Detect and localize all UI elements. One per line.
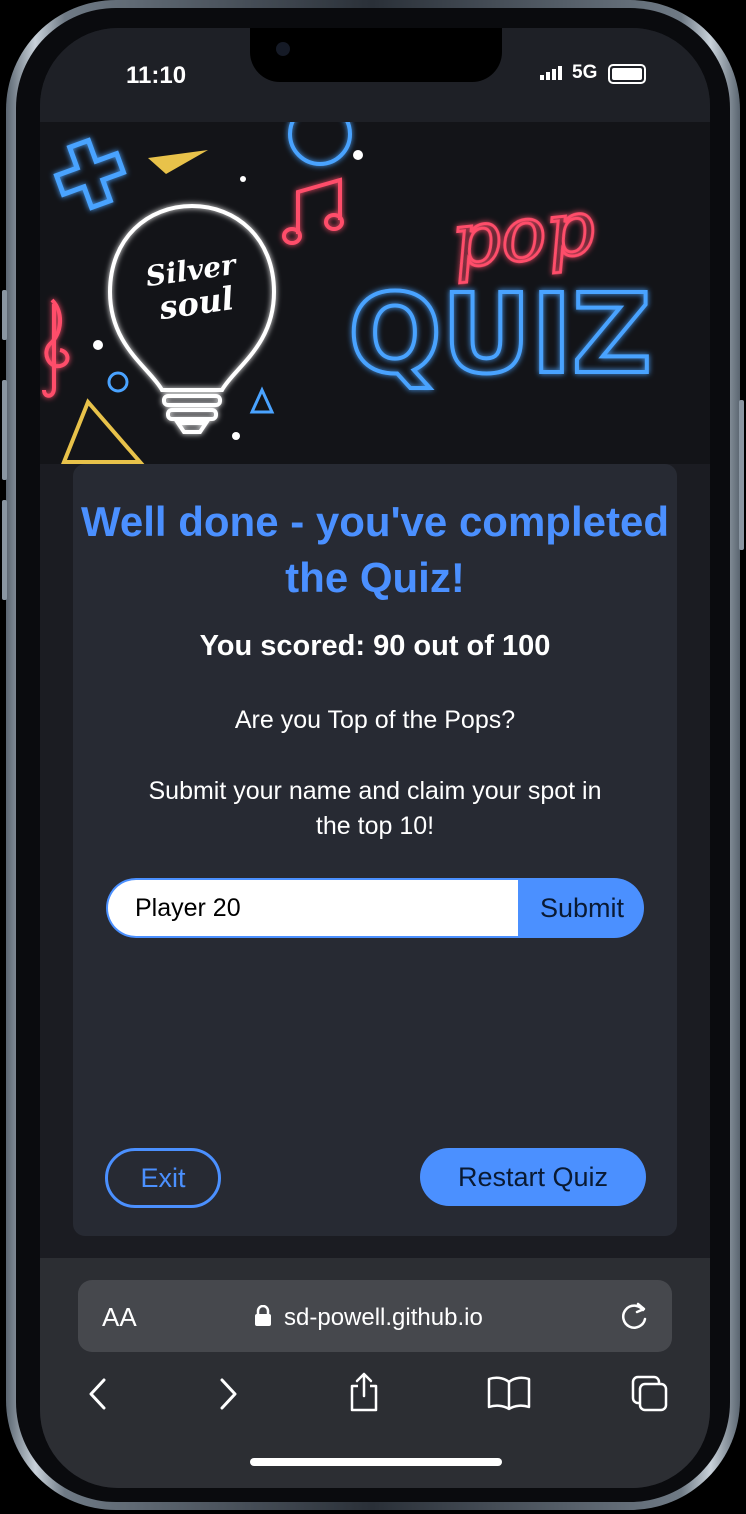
dot-icon xyxy=(93,340,103,350)
status-time: 11:10 xyxy=(126,62,187,89)
browser-toolbar: AA sd-powell.github.io xyxy=(40,1258,710,1488)
dot-icon xyxy=(240,176,246,182)
submit-prompt: Submit your name and claim your spot in … xyxy=(148,777,602,840)
forward-icon[interactable] xyxy=(216,1376,240,1412)
power-button xyxy=(739,400,744,550)
restart-quiz-button[interactable]: Restart Quiz xyxy=(420,1148,646,1206)
lock-icon xyxy=(255,1305,271,1326)
status-bar: 11:10 5G xyxy=(40,28,710,122)
circle-shape-icon xyxy=(288,122,352,166)
music-note-icon xyxy=(282,177,344,245)
web-page: Silver soul pop QUIZ Well done - you've … xyxy=(40,122,710,1258)
tabs-icon[interactable] xyxy=(630,1374,670,1414)
dot-icon xyxy=(353,150,363,160)
mute-switch xyxy=(2,290,7,340)
screen: 11:10 5G Silver soul pop QUIZ Well done … xyxy=(40,28,710,1488)
quiz-text: QUIZ xyxy=(348,270,652,398)
reload-icon[interactable] xyxy=(616,1298,652,1334)
volume-up-button xyxy=(2,380,7,480)
home-indicator[interactable] xyxy=(250,1458,502,1466)
address-bar[interactable]: AA sd-powell.github.io xyxy=(78,1280,672,1352)
results-card: Well done - you've completed the Quiz! Y… xyxy=(73,464,677,1236)
submit-button[interactable]: Submit xyxy=(520,878,644,938)
plus-shape-icon xyxy=(53,137,127,211)
player-name-input[interactable] xyxy=(108,880,518,936)
bookmarks-icon[interactable] xyxy=(486,1374,532,1412)
yellow-pyramid-icon xyxy=(61,398,145,464)
back-icon[interactable] xyxy=(86,1376,110,1412)
small-triangle-icon xyxy=(249,386,275,414)
signal-icon xyxy=(540,66,562,80)
notch xyxy=(250,28,502,82)
quiz-banner: Silver soul pop QUIZ xyxy=(40,122,710,464)
triangle-shape-icon xyxy=(148,150,208,174)
url-text: sd-powell.github.io xyxy=(284,1304,483,1331)
volume-down-button xyxy=(2,500,7,600)
score-text: You scored: 90 out of 100 xyxy=(199,630,551,662)
results-heading: Well done - you've completed the Quiz! xyxy=(81,498,669,601)
share-icon[interactable] xyxy=(346,1370,382,1414)
network-type: 5G xyxy=(572,62,598,83)
dot-icon xyxy=(232,432,240,440)
exit-button[interactable]: Exit xyxy=(105,1148,221,1208)
top-of-pops-question: Are you Top of the Pops? xyxy=(234,706,516,734)
camera-icon xyxy=(276,42,290,56)
neon-banner-art: Silver soul pop QUIZ xyxy=(42,122,654,464)
text-size-button[interactable]: AA xyxy=(102,1302,137,1333)
battery-icon xyxy=(608,64,646,84)
name-form: Submit xyxy=(106,878,644,938)
treble-clef-icon xyxy=(42,298,70,398)
small-circle-icon xyxy=(107,371,129,393)
